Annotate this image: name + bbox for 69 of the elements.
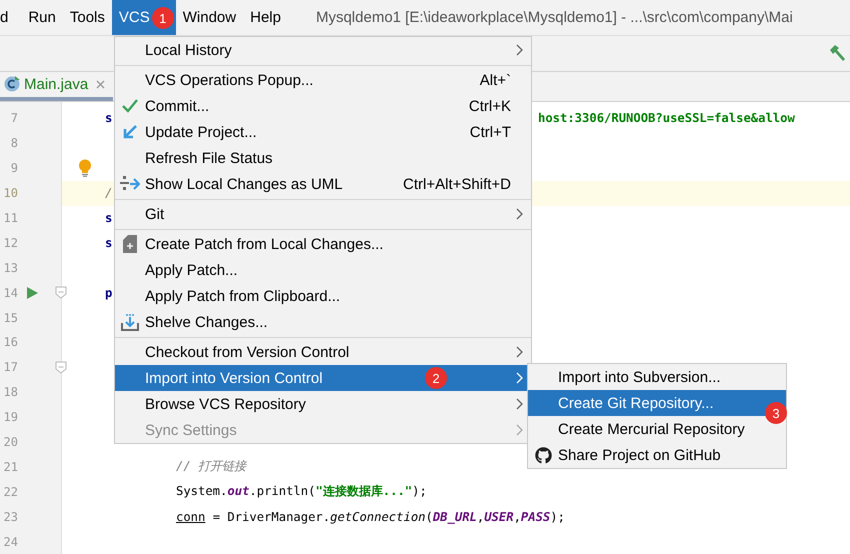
fold-icon[interactable] <box>55 360 67 374</box>
line-number: 24 <box>2 534 18 549</box>
line-number: 16 <box>2 335 18 350</box>
chevron-icon <box>516 372 522 384</box>
line-number: 12 <box>2 236 18 250</box>
menu-item[interactable]: Shelve Changes... <box>115 309 531 335</box>
menu-item[interactable]: Create Patch from Local Changes... <box>115 231 531 257</box>
hammer-icon[interactable] <box>828 44 846 62</box>
line-number: 23 <box>2 510 18 524</box>
menu-item[interactable]: Run <box>21 0 63 35</box>
number-badge: 1 <box>152 7 174 29</box>
menu-item[interactable]: d <box>0 0 16 35</box>
chevron-icon <box>516 398 522 410</box>
line-number: 9 <box>10 161 18 176</box>
code-line: host:3306/RUNOOB?useSSL=false&allow <box>538 111 795 126</box>
github-icon <box>534 446 552 464</box>
code-line: s <box>105 210 112 225</box>
window-title: Mysqldemo1 [E:\ideaworkplace\Mysqldemo1] - ...\src\com\company\Mai <box>316 8 793 28</box>
menu-item[interactable]: Checkout from Version Control <box>115 339 531 365</box>
lightbulb-icon[interactable] <box>78 159 92 178</box>
fold-icon[interactable] <box>55 286 67 300</box>
line-number: 7 <box>10 111 18 126</box>
line-number: 13 <box>2 260 18 275</box>
chevron-icon <box>516 424 522 436</box>
menu-item[interactable]: Share Project on GitHub <box>528 442 786 468</box>
line-number: 19 <box>2 410 18 424</box>
line-number: 11 <box>2 210 18 225</box>
menu-item[interactable]: Browse VCS Repository <box>115 391 531 417</box>
check-icon <box>122 99 138 113</box>
menu-item[interactable]: Window <box>176 0 244 35</box>
menu-item[interactable]: Show Local Changes as UML Ctrl+Alt+Shift+D <box>115 171 531 197</box>
code-line: / <box>105 186 112 200</box>
code-line: p <box>105 286 112 300</box>
diagram-icon <box>120 175 140 193</box>
arrow-icon <box>122 124 138 140</box>
code-line: s <box>105 236 112 250</box>
line-number: 18 <box>2 385 18 400</box>
chevron-icon <box>516 208 522 220</box>
line-number: 22 <box>2 484 18 499</box>
code-line: System.out.println("连接数据库..."); <box>176 484 427 498</box>
menu-item[interactable]: Git <box>115 201 531 227</box>
menu-item[interactable]: Apply Patch from Clipboard... <box>115 283 531 309</box>
line-number: 17 <box>2 360 18 374</box>
close-icon[interactable] <box>96 80 106 89</box>
menu-item[interactable]: Update Project... Ctrl+T <box>115 119 531 145</box>
code-line: // 打开链接 <box>176 459 246 474</box>
menu-item[interactable]: Tools <box>62 0 112 35</box>
line-number: 20 <box>2 435 18 449</box>
document-icon <box>123 235 137 253</box>
line-number: 8 <box>10 136 18 150</box>
code-line: conn = DriverManager.getConnection(DB_URL,USER,PASS); <box>176 510 565 524</box>
menu-item[interactable]: Refresh File Status <box>115 145 531 171</box>
menu-item[interactable]: VCS 1 <box>112 0 176 35</box>
line-number: 21 <box>2 460 18 474</box>
number-badge: 2 <box>425 367 447 389</box>
menu-item[interactable]: VCS Operations Popup... Alt+` <box>115 67 531 93</box>
code-line: s <box>105 111 112 126</box>
line-number: 15 <box>2 310 18 325</box>
line-number: 14 <box>2 286 18 300</box>
menu-item[interactable]: Help <box>243 0 288 35</box>
line-number: 10 <box>2 186 18 200</box>
menu-item[interactable]: Import into Subversion... <box>528 364 786 390</box>
run-icon[interactable] <box>27 286 38 299</box>
menu-item[interactable]: Commit... Ctrl+K <box>115 93 531 119</box>
menu-item[interactable]: Apply Patch... <box>115 257 531 283</box>
chevron-icon <box>516 346 522 358</box>
chevron-icon <box>516 44 522 56</box>
tray-icon <box>121 314 139 330</box>
class-icon <box>4 76 20 92</box>
